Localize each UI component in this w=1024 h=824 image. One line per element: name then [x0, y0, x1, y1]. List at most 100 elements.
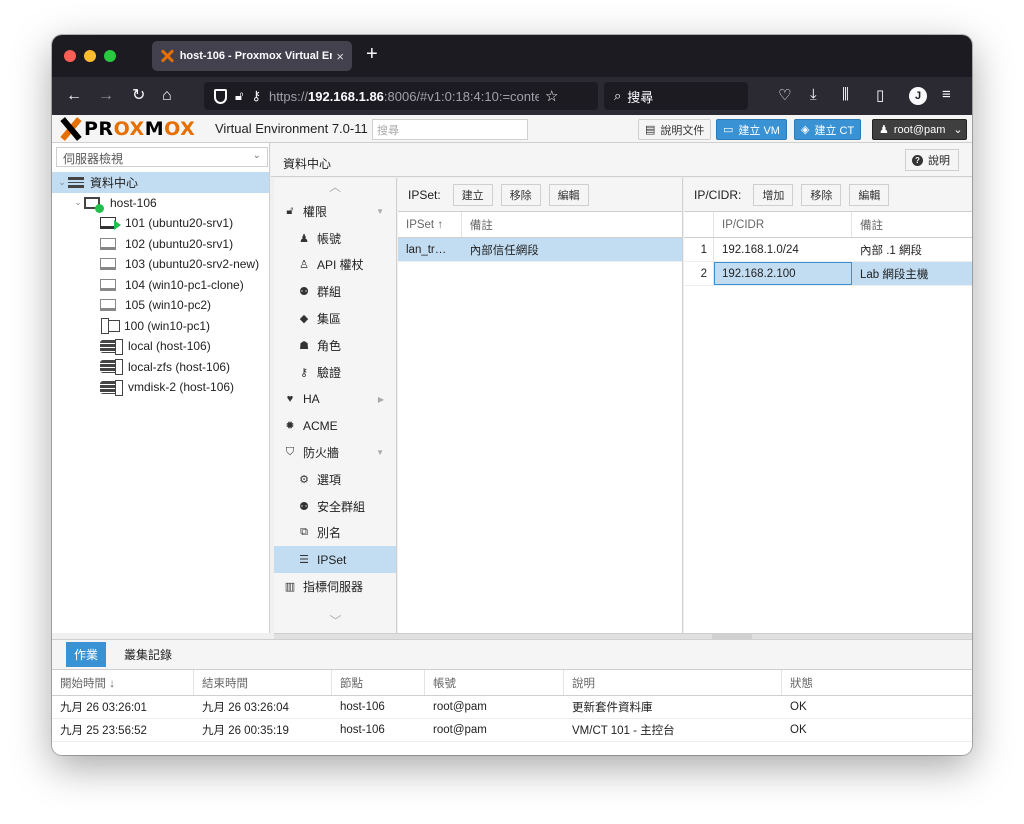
create-vm-button[interactable]: ▭ 建立 VM — [716, 119, 787, 140]
scroll-down-chevron-icon[interactable]: ﹀ — [274, 612, 396, 629]
tasks-log-panel: 作業 叢集記錄 開始時間 ↓ 結束時間 節點 帳號 說明 狀態 九月 26 03… — [52, 639, 972, 755]
end-time-cell: 九月 26 03:26:04 — [202, 702, 289, 714]
menu-item-security-groups[interactable]: ⚉ 安全群組 — [274, 493, 396, 520]
browser-tab[interactable]: host-106 - Proxmox Virtual Environment × — [152, 41, 352, 71]
browser-search-box[interactable]: ⌕ 搜尋 — [604, 82, 748, 110]
column-header-start-time[interactable]: 開始時間 ↓ — [52, 670, 194, 695]
menu-item-firewall[interactable]: ⛉ 防火牆 ▼ — [274, 439, 396, 466]
scroll-up-chevron-icon[interactable]: ︿ — [274, 178, 396, 198]
menu-item-ha[interactable]: ♥ HA ▶ — [274, 386, 396, 413]
column-header-node[interactable]: 節點 — [332, 670, 425, 695]
ipset-grid-header: IPSet ↑ 備註 — [398, 212, 682, 238]
version-label: Virtual Environment 7.0-11 — [215, 121, 368, 136]
url-bar[interactable]: 🔓︎ ⚷ https://192.168.1.86:8006/#v1:0:18:… — [204, 82, 598, 110]
ipset-edit-button[interactable]: 編輯 — [548, 183, 589, 206]
person-icon: ☗ — [299, 339, 309, 352]
column-header-user[interactable]: 帳號 — [425, 670, 564, 695]
home-icon[interactable]: ⌂ — [162, 86, 172, 106]
insecure-lock-icon[interactable]: 🔓︎ — [235, 88, 243, 104]
download-icon[interactable]: ⤓ — [810, 86, 817, 103]
library-icon[interactable]: ⫼ — [842, 86, 849, 103]
cidr-edit-button[interactable]: 編輯 — [849, 183, 890, 206]
documentation-button[interactable]: ▤ 說明文件 — [638, 119, 712, 140]
ipset-create-button[interactable]: 建立 — [452, 183, 493, 206]
tree-item-vm[interactable]: 102 (ubuntu20-srv1) — [52, 234, 269, 255]
search-icon: ⌕ — [614, 88, 622, 103]
tree-item-storage[interactable]: local-zfs (host-106) — [52, 357, 269, 378]
forward-arrow-icon[interactable]: → — [98, 86, 114, 106]
menu-item-acme[interactable]: ✹ ACME — [274, 412, 396, 439]
menu-item-pools[interactable]: ◆ 集區 — [274, 305, 396, 332]
tab-tasks[interactable]: 作業 — [66, 642, 107, 667]
collapse-icon[interactable]: ⌄ — [56, 177, 68, 188]
tree-item-vm[interactable]: 103 (ubuntu20-srv2-new) — [52, 254, 269, 275]
monitor-icon: ▭ — [723, 124, 734, 136]
profile-avatar[interactable]: J — [909, 87, 927, 105]
key-icon[interactable]: ⚷ — [251, 88, 261, 104]
vm-stopped-icon — [100, 237, 116, 250]
table-row[interactable]: 1 192.168.1.0/24 內部 .1 網段 — [684, 238, 972, 262]
collapse-icon[interactable]: ⌄ — [72, 197, 84, 208]
menu-item-users[interactable]: ♟ 帳號 — [274, 225, 396, 252]
tree-item-node[interactable]: ⌄ host-106 — [52, 193, 269, 214]
menu-item-roles[interactable]: ☗ 角色 — [274, 332, 396, 359]
tree-item-template[interactable]: 100 (win10-pc1) — [52, 316, 269, 337]
view-select[interactable]: 伺服器檢視 ⌄ — [56, 147, 268, 167]
column-header-status[interactable]: 狀態 — [782, 670, 972, 695]
ipset-remove-button[interactable]: 移除 — [500, 183, 541, 206]
tree-item-vm[interactable]: 101 (ubuntu20-srv1) — [52, 213, 269, 234]
url-text[interactable]: https://192.168.1.86:8006/#v1:0:18:4:10:… — [269, 89, 539, 104]
new-tab-button[interactable]: + — [366, 43, 378, 66]
create-ct-button[interactable]: ◈ 建立 CT — [794, 119, 862, 140]
reload-icon[interactable]: ↻ — [132, 86, 145, 106]
column-header-end-time[interactable]: 結束時間 — [194, 670, 332, 695]
back-arrow-icon[interactable]: ← — [66, 86, 82, 106]
menu-item-permissions[interactable]: 🔓︎ 權限 ▼ — [274, 198, 396, 225]
tab-cluster-log[interactable]: 叢集記錄 — [116, 642, 180, 667]
header-search-input[interactable]: 搜尋 — [372, 119, 528, 140]
start-time-cell: 九月 26 03:26:01 — [60, 702, 147, 714]
row-number-header — [684, 212, 714, 237]
tab-close-icon[interactable]: × — [336, 49, 344, 64]
tracking-shield-icon[interactable] — [214, 88, 227, 104]
table-row[interactable]: 九月 26 03:26:01 九月 26 03:26:04 host-106 r… — [52, 696, 972, 719]
menu-item-metric-server[interactable]: ▥ 指標伺服器 — [274, 573, 396, 600]
help-button[interactable]: ? 說明 — [905, 149, 959, 171]
column-header-description[interactable]: 說明 — [564, 670, 782, 695]
column-header-comment[interactable]: 備註 — [852, 212, 972, 237]
tree-item-storage[interactable]: local (host-106) — [52, 336, 269, 357]
table-row[interactable]: 九月 25 23:56:52 九月 26 00:35:19 host-106 r… — [52, 719, 972, 742]
users-icon: ⚉ — [299, 286, 309, 299]
table-row[interactable]: 2 192.168.2.100 Lab 網段主機 — [684, 262, 972, 286]
tree-item-storage[interactable]: vmdisk-2 (host-106) — [52, 377, 269, 398]
row-number: 2 — [684, 262, 714, 285]
menu-item-groups[interactable]: ⚉ 群組 — [274, 278, 396, 305]
table-row[interactable]: lan_tr… 內部信任網段 — [398, 238, 682, 262]
cidr-add-button[interactable]: 增加 — [753, 183, 794, 206]
bookmark-star-icon[interactable]: ☆ — [545, 87, 558, 105]
tree-item-vm[interactable]: 105 (win10-pc2) — [52, 295, 269, 316]
browser-nav-bar: ← → ↻ ⌂ 🔓︎ ⚷ https://192.168.1.86:8006/#… — [52, 77, 972, 115]
menu-item-aliases[interactable]: ⧉ 別名 — [274, 520, 396, 547]
tree-item-vm[interactable]: 104 (win10-pc1-clone) — [52, 275, 269, 296]
menu-item-realms[interactable]: ⚷ 驗證 — [274, 359, 396, 386]
window-maximize-button[interactable] — [104, 50, 116, 62]
description-cell: VM/CT 101 - 主控台 — [572, 725, 675, 737]
column-header-comment[interactable]: 備註 — [462, 212, 682, 237]
menu-item-firewall-options[interactable]: ⚙ 選項 — [274, 466, 396, 493]
status-cell: OK — [790, 724, 807, 736]
external-link-icon: ⧉ — [300, 526, 308, 539]
menu-item-ipset[interactable]: ☰ IPSet — [274, 546, 396, 574]
menu-item-api-tokens[interactable]: ♙ API 權杖 — [274, 252, 396, 279]
user-menu-button[interactable]: ♟ root@pam ⌄ — [872, 119, 967, 140]
menu-hamburger-icon[interactable]: ≡ — [942, 86, 951, 103]
pocket-icon[interactable]: ♡ — [778, 86, 791, 104]
sidebar-icon[interactable]: ▯ — [876, 86, 884, 104]
window-minimize-button[interactable] — [84, 50, 96, 62]
window-close-button[interactable] — [64, 50, 76, 62]
tree-item-datacenter[interactable]: ⌄ 資料中心 — [52, 172, 269, 193]
cidr-remove-button[interactable]: 移除 — [801, 183, 842, 206]
column-header-ipset[interactable]: IPSet ↑ — [398, 212, 462, 237]
column-header-ip-cidr[interactable]: IP/CIDR — [714, 212, 852, 237]
vm-stopped-icon — [100, 278, 116, 291]
